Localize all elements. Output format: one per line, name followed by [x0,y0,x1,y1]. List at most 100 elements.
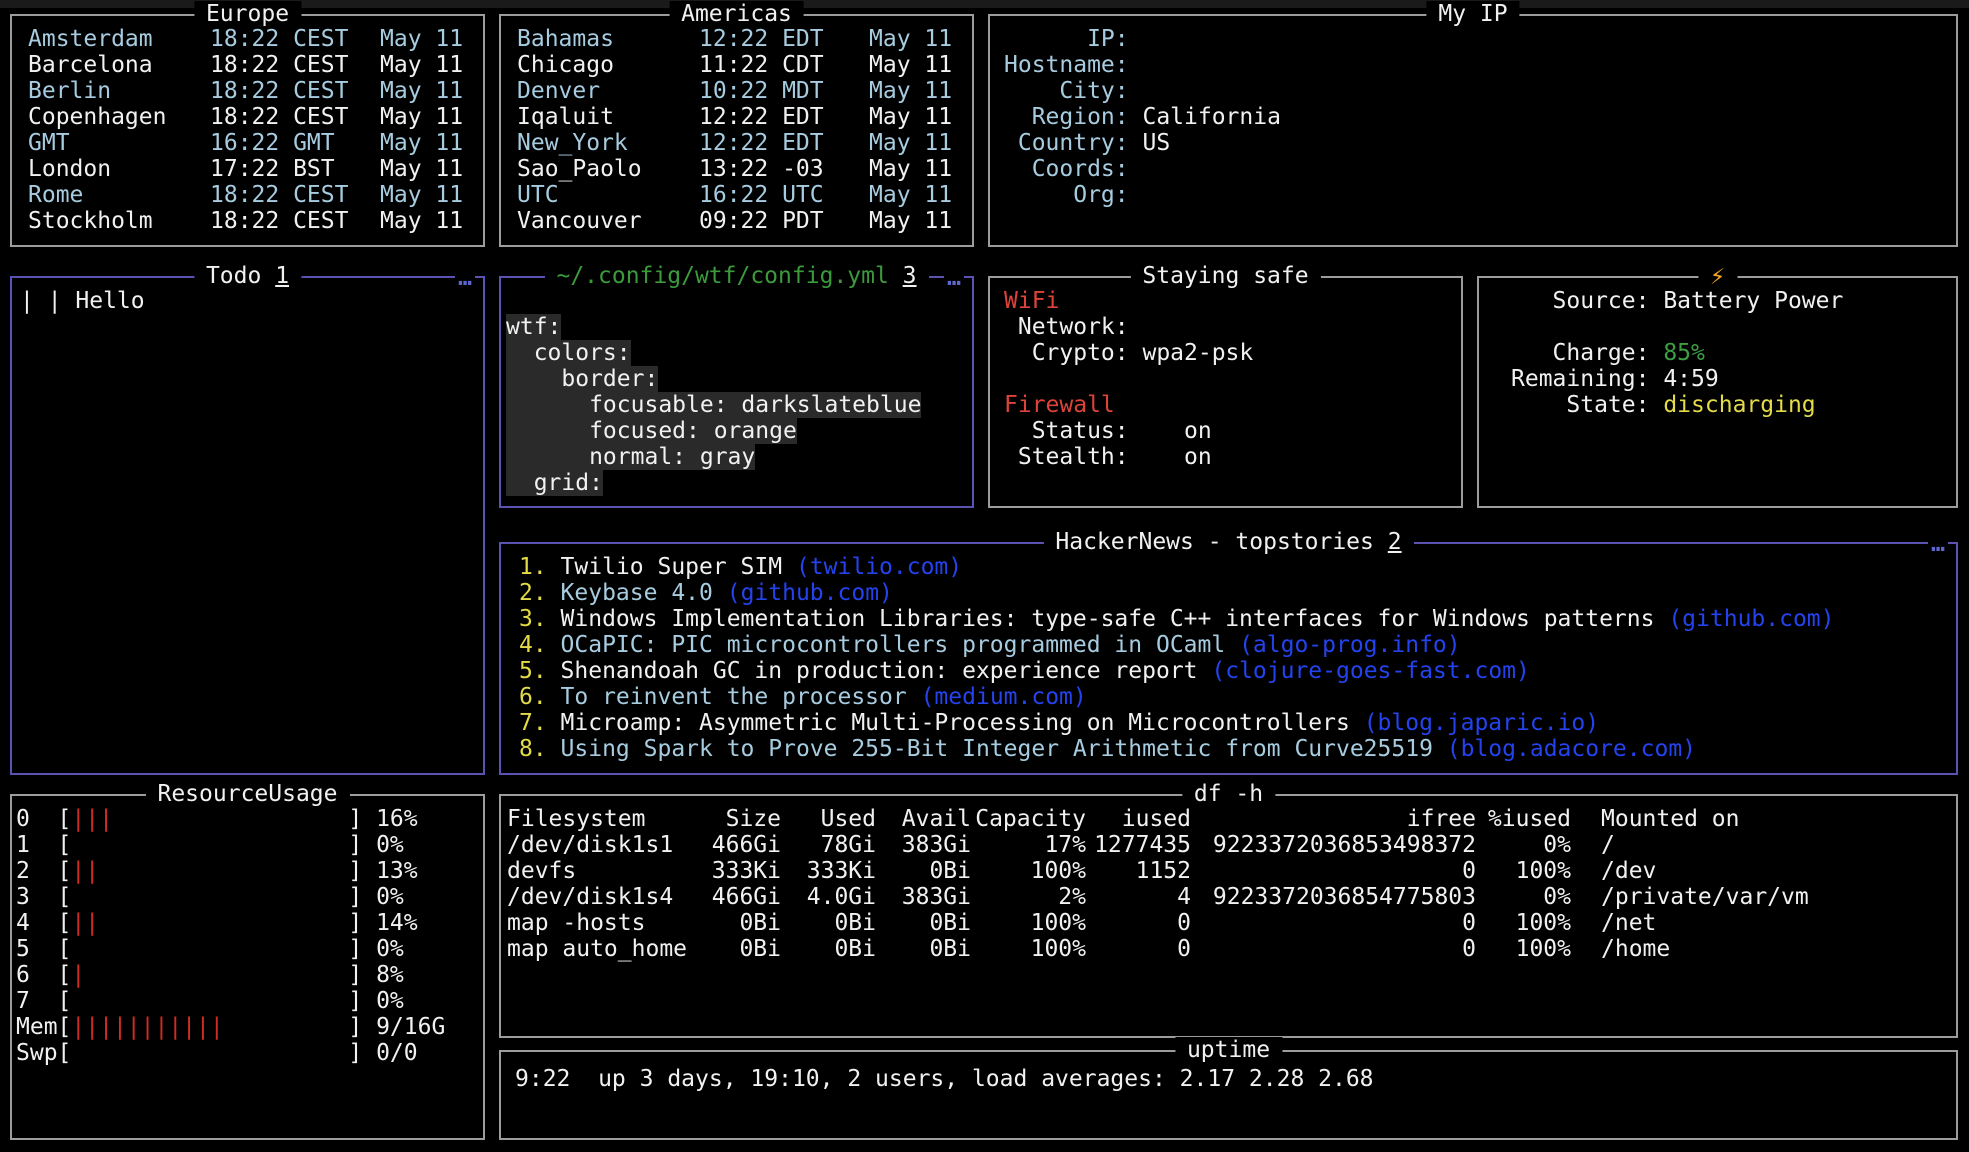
date-value: May 11 [869,26,960,52]
df-cell: 0Bi [692,936,781,962]
city-label: Barcelona [28,52,210,78]
battery-bolt-icon: ⚡ [1698,263,1737,289]
df-cell: /dev [1571,858,1944,884]
panel-disk-usage: df -h FilesystemSizeUsedAvailCapacityius… [499,794,1958,1038]
story-title[interactable]: To reinvent the processor [561,684,921,710]
story-link[interactable]: (blog.adacore.com) [1447,736,1696,762]
clock-row: Berlin18:22 CESTMay 11 [28,78,471,104]
df-cell: /home [1571,936,1944,962]
hn-story[interactable]: 7. Microamp: Asymmetric Multi-Processing… [519,710,1944,736]
hn-story[interactable]: 6. To reinvent the processor (medium.com… [519,684,1944,710]
resource-value: 9/16G [362,1014,445,1040]
df-cell: 0Bi [876,936,971,962]
meter-close-bracket: ] [348,936,362,962]
df-cell: 0% [1476,832,1571,858]
resource-value: 13% [362,858,417,884]
ip-info-row: Country: US [1004,130,1944,156]
story-title[interactable]: Microamp: Asymmetric Multi-Processing on… [561,710,1364,736]
safety-line: WiFi [1004,288,1449,314]
clock-row: Iqaluit12:22 EDTMay 11 [517,104,960,130]
clock-list: Amsterdam18:22 CESTMay 11Barcelona18:22 … [12,16,483,244]
story-link[interactable]: (github.com) [1668,606,1834,632]
resource-label: Mem [16,1014,58,1040]
panel-title-text: HackerNews - topstories [1055,529,1374,555]
df-cell: 383Gi [876,832,971,858]
resource-label: 0 [16,806,58,832]
power-value: 85% [1649,340,1704,366]
date-value: May 11 [869,156,960,182]
df-cell: 383Gi [876,884,971,910]
story-title[interactable]: OCaPIC: PIC microcontrollers programmed … [561,632,1240,658]
time-value: 16:22 GMT [210,130,380,156]
date-value: May 11 [380,130,471,156]
panel-title-text: My IP [1438,1,1507,27]
story-title[interactable]: Windows Implementation Libraries: type-s… [561,606,1669,632]
clock-row: New_York12:22 EDTMay 11 [517,130,960,156]
df-cell: 9223372036854775803 [1191,884,1476,910]
city-label: UTC [517,182,699,208]
ip-info-list: IP:Hostname: City: Region: California Co… [990,16,1956,218]
meter-open-bracket: [ [58,910,72,936]
config-text: wtf: colors: border: focusable: darkslat… [501,278,972,506]
story-link[interactable]: (twilio.com) [796,554,962,580]
panel-hackernews[interactable]: HackerNews - topstories 2 … 1. Twilio Su… [499,542,1958,775]
hn-story[interactable]: 2. Keybase 4.0 (github.com) [519,580,1944,606]
meter-bars [71,988,348,1014]
ip-value: US [1129,130,1171,156]
df-cell: 333Ki [692,858,781,884]
clock-row: Rome18:22 CESTMay 11 [28,182,471,208]
city-label: Denver [517,78,699,104]
panel-title-text: Americas [681,1,792,27]
panel-todo[interactable]: Todo 1 … | | Hello [10,276,485,775]
meter-close-bracket: ] [348,832,362,858]
hn-story[interactable]: 3. Windows Implementation Libraries: typ… [519,606,1944,632]
df-cell: 100% [1476,858,1571,884]
df-cell: 4 [1086,884,1191,910]
hn-story[interactable]: 1. Twilio Super SIM (twilio.com) [519,554,1944,580]
ip-label: Coords: [1004,156,1129,182]
story-title[interactable]: Shenandoah GC in production: experience … [561,658,1212,684]
panel-staying-safe: Staying safe WiFi Network: Crypto: wpa2-… [988,276,1463,508]
resource-label: 4 [16,910,58,936]
story-link[interactable]: (medium.com) [921,684,1087,710]
story-number: 7. [519,710,561,736]
clock-row: Vancouver09:22 PDTMay 11 [517,208,960,234]
panel-clocks-americas: Americas Bahamas12:22 EDTMay 11Chicago11… [499,14,974,247]
todo-item[interactable]: | | Hello [20,288,471,314]
story-number: 3. [519,606,561,632]
hn-story[interactable]: 5. Shenandoah GC in production: experien… [519,658,1944,684]
meter-bars: || [71,910,348,936]
story-link[interactable]: (blog.japaric.io) [1364,710,1599,736]
power-value: Battery Power [1649,288,1843,314]
story-link[interactable]: (github.com) [727,580,893,606]
story-title[interactable]: Keybase 4.0 [561,580,727,606]
power-value: 4:59 [1649,366,1718,392]
hn-story[interactable]: 8. Using Spark to Prove 255-Bit Integer … [519,736,1944,762]
df-cell: 1152 [1086,858,1191,884]
ip-label: Org: [1004,182,1129,208]
meter-open-bracket: [ [58,936,72,962]
city-label: Copenhagen [28,104,210,130]
config-line: colors: [506,340,960,366]
df-cell: iused [1086,806,1191,832]
df-cell: 0Bi [781,936,876,962]
meter-open-bracket: [ [58,806,72,832]
df-cell: 100% [1476,910,1571,936]
story-title[interactable]: Twilio Super SIM [561,554,796,580]
panel-config-file[interactable]: ~/.config/wtf/config.yml 3 … wtf: colors… [499,276,974,508]
story-link[interactable]: (algo-prog.info) [1239,632,1461,658]
config-line: grid: [506,470,960,496]
date-value: May 11 [869,104,960,130]
ip-label: City: [1004,78,1129,104]
story-link[interactable]: (clojure-goes-fast.com) [1211,658,1530,684]
hn-story[interactable]: 4. OCaPIC: PIC microcontrollers programm… [519,632,1944,658]
df-cell: / [1571,832,1944,858]
panel-title: Todo 1 [194,263,301,289]
time-value: 13:22 -03 [699,156,869,182]
panel-resource-usage: ResourceUsage 0 [||| ] 16%1 [ ] 0%2 [|| … [10,794,485,1140]
city-label: GMT [28,130,210,156]
safety-line: Firewall [1004,392,1449,418]
df-cell: 0 [1191,936,1476,962]
panel-title-text: df -h [1194,781,1263,807]
story-title[interactable]: Using Spark to Prove 255-Bit Integer Ari… [561,736,1447,762]
